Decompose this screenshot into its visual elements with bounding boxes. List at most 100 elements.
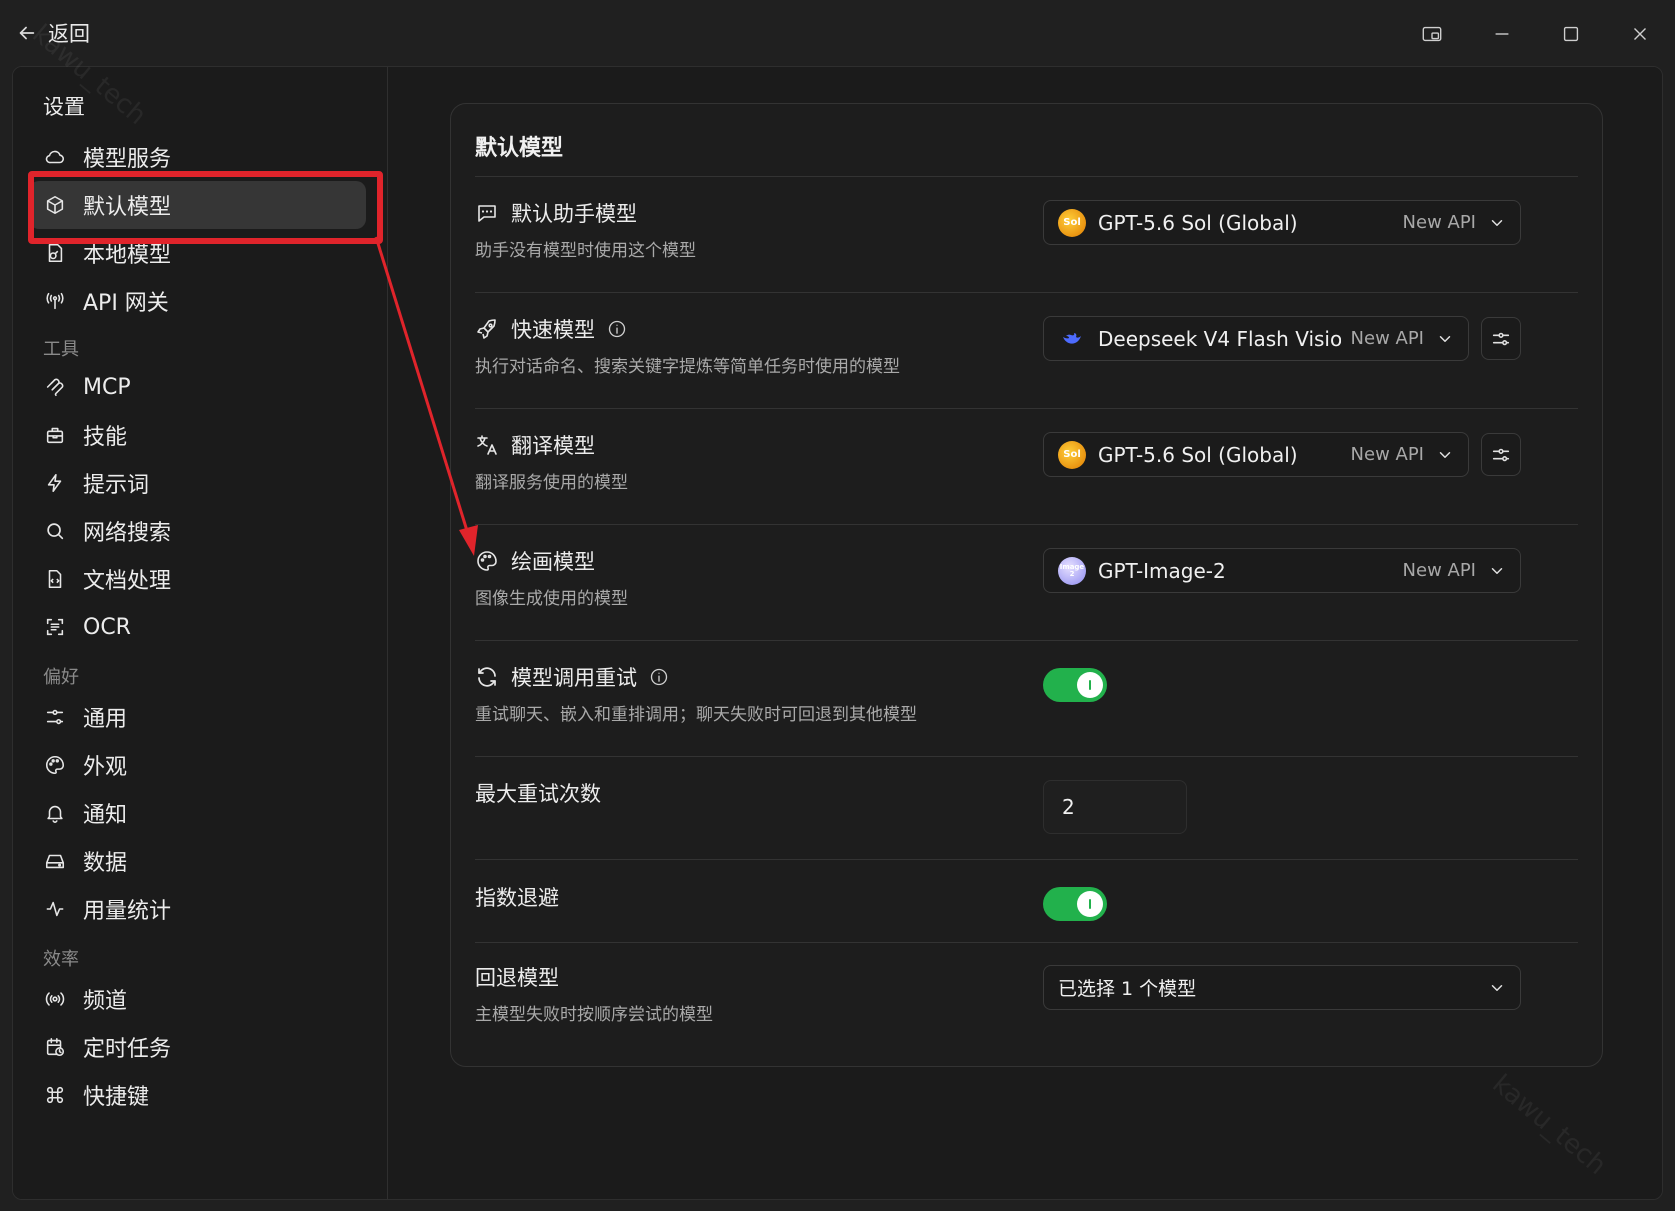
sidebar-item-label: 模型服务 xyxy=(83,147,172,172)
sidebar-item-general[interactable]: 通用 xyxy=(29,693,366,741)
sidebar-item-scheduled-tasks[interactable]: 定时任务 xyxy=(29,1023,366,1071)
sidebar-item-shortcuts[interactable]: 快捷键 xyxy=(29,1071,366,1119)
translate-model-title: 翻译模型 xyxy=(475,430,595,460)
bell-icon xyxy=(43,801,67,825)
maximize-button[interactable] xyxy=(1549,14,1593,54)
sidebar-item-label: 通知 xyxy=(83,803,128,828)
sidebar-section-efficiency: 效率 xyxy=(43,949,79,970)
selected-model: GPT-5.6 Sol (Global) xyxy=(1098,442,1298,467)
sidebar-item-mcp[interactable]: MCP xyxy=(29,363,366,411)
divider xyxy=(475,292,1578,293)
refresh-icon xyxy=(475,665,499,689)
image-model-logo-icon: Image 2 xyxy=(1058,556,1086,585)
chevron-down-icon xyxy=(1488,979,1506,997)
sidebar-item-document-processing[interactable]: 文档处理 xyxy=(29,555,366,603)
sidebar-item-label: 网络搜索 xyxy=(83,521,172,546)
fallback-desc: 主模型失败时按顺序尝试的模型 xyxy=(475,1005,713,1025)
sidebar-item-skills[interactable]: 技能 xyxy=(29,411,366,459)
translate-model-select[interactable]: Sol GPT-5.6 Sol (Global) New API xyxy=(1043,432,1469,477)
retry-toggle[interactable] xyxy=(1043,668,1107,702)
max-retries-title: 最大重试次数 xyxy=(475,778,601,808)
sidebar-item-model-service[interactable]: 模型服务 xyxy=(29,133,366,181)
sidebar-item-web-search[interactable]: 网络搜索 xyxy=(29,507,366,555)
assistant-model-desc: 助手没有模型时使用这个模型 xyxy=(475,241,696,261)
main-frame: 设置 模型服务 默认模型 本地模型 API 网关 工具 MCP 技能 提示词 网… xyxy=(12,66,1663,1200)
sidebar-item-label: 快捷键 xyxy=(83,1085,150,1110)
translate-icon xyxy=(475,433,499,457)
info-icon[interactable] xyxy=(649,667,669,687)
sidebar-item-label: API 网关 xyxy=(83,291,169,316)
minimize-button[interactable] xyxy=(1480,14,1524,54)
paint-model-select[interactable]: Image 2 GPT-Image-2 New API xyxy=(1043,548,1521,593)
chevron-down-icon xyxy=(1436,446,1454,464)
quick-model-settings-button[interactable] xyxy=(1481,317,1521,360)
sidebar-item-notifications[interactable]: 通知 xyxy=(29,789,366,837)
settings-window: 返回 设置 模型服务 默认模型 本地模型 API 网关 工具 MCP 技能 提示… xyxy=(0,0,1675,1211)
command-icon xyxy=(43,1083,67,1107)
fallback-selected-count: 已选择 1 个模型 xyxy=(1058,978,1197,1000)
sidebar-item-label: 数据 xyxy=(83,851,128,876)
settings-sidebar: 设置 模型服务 默认模型 本地模型 API 网关 工具 MCP 技能 提示词 网… xyxy=(13,67,388,1199)
close-button[interactable] xyxy=(1618,14,1662,54)
antenna-icon xyxy=(43,289,67,313)
assistant-model-select[interactable]: Sol GPT-5.6 Sol (Global) New API xyxy=(1043,200,1521,245)
sidebar-item-channels[interactable]: 频道 xyxy=(29,975,366,1023)
sidebar-item-local-model[interactable]: 本地模型 xyxy=(29,229,366,277)
sidebar-title: 设置 xyxy=(43,95,85,119)
back-label: 返回 xyxy=(48,22,90,46)
drive-icon xyxy=(43,849,67,873)
sidebar-item-default-model[interactable]: 默认模型 xyxy=(29,181,366,229)
retry-label: 模型调用重试 xyxy=(511,666,637,690)
sidebar-item-appearance[interactable]: 外观 xyxy=(29,741,366,789)
selected-model: GPT-5.6 Sol (Global) xyxy=(1098,210,1298,235)
sidebar-item-prompts[interactable]: 提示词 xyxy=(29,459,366,507)
divider xyxy=(475,756,1578,757)
retry-title: 模型调用重试 xyxy=(475,662,669,692)
sidebar-item-label: 通用 xyxy=(83,707,128,732)
sliders-icon xyxy=(1492,332,1510,345)
chevron-down-icon xyxy=(1488,214,1506,232)
sidebar-section-tools: 工具 xyxy=(43,339,79,360)
toggle-knob xyxy=(1077,672,1103,698)
sidebar-item-ocr[interactable]: OCR xyxy=(29,603,366,651)
provider-label: New API xyxy=(1350,444,1424,465)
divider xyxy=(475,942,1578,943)
selected-model: Deepseek V4 Flash Vision ... xyxy=(1098,326,1341,351)
backoff-toggle[interactable] xyxy=(1043,887,1107,921)
search-icon xyxy=(43,519,67,543)
sidebar-item-usage-stats[interactable]: 用量统计 xyxy=(29,885,366,933)
sidebar-item-data[interactable]: 数据 xyxy=(29,837,366,885)
fallback-title: 回退模型 xyxy=(475,962,559,992)
message-icon xyxy=(475,201,499,225)
chevron-down-icon xyxy=(1488,562,1506,580)
back-button[interactable]: 返回 xyxy=(16,18,90,48)
palette-icon xyxy=(43,753,67,777)
maximize-icon xyxy=(1563,26,1579,42)
sidebar-item-label: OCR xyxy=(83,614,131,640)
quick-model-select[interactable]: Deepseek V4 Flash Vision ... New API xyxy=(1043,316,1469,361)
sidebar-section-preferences: 偏好 xyxy=(43,667,79,688)
sol-logo-icon: Sol xyxy=(1058,208,1086,237)
mcp-icon xyxy=(43,375,67,399)
max-retries-input[interactable]: 2 xyxy=(1043,780,1187,834)
sidebar-item-label: 技能 xyxy=(83,425,128,450)
calendar-clock-icon xyxy=(43,1035,67,1059)
translate-model-desc: 翻译服务使用的模型 xyxy=(475,473,628,493)
ocr-scan-icon xyxy=(43,615,67,639)
card-title: 默认模型 xyxy=(475,136,564,161)
close-icon xyxy=(1634,28,1646,40)
toolbox-icon xyxy=(43,423,67,447)
snap-layout-button[interactable] xyxy=(1410,14,1454,54)
fallback-model-select[interactable]: 已选择 1 个模型 xyxy=(1043,965,1521,1010)
sidebar-item-api-gateway[interactable]: API 网关 xyxy=(29,277,366,325)
sliders-icon xyxy=(43,705,67,729)
content-area: 默认模型 默认助手模型 助手没有模型时使用这个模型 Sol GPT-5.6 So… xyxy=(388,67,1662,1199)
provider-label: New API xyxy=(1402,212,1476,233)
sidebar-item-label: 定时任务 xyxy=(83,1037,172,1062)
sidebar-item-label: 用量统计 xyxy=(83,899,172,924)
info-icon[interactable] xyxy=(607,319,627,339)
sidebar-item-label: MCP xyxy=(83,374,131,400)
default-model-card: 默认模型 默认助手模型 助手没有模型时使用这个模型 Sol GPT-5.6 So… xyxy=(450,103,1603,1067)
translate-model-settings-button[interactable] xyxy=(1481,433,1521,476)
chevron-down-icon xyxy=(1436,330,1454,348)
